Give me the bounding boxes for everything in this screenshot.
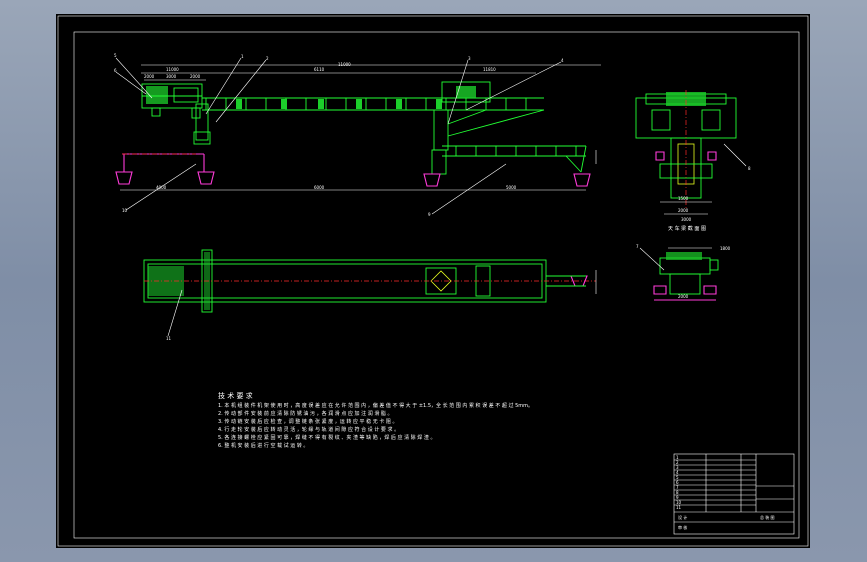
dim-bottom-mid: 6000 (314, 185, 325, 190)
section-view: 1500 2000 3000 8 天 车 梁 截 面 图 (635, 90, 751, 232)
tb-drawing-name: 总 装 图 (760, 514, 775, 520)
dim-top-span: 6110 (314, 67, 325, 72)
tech-note-4: 4. 行 走 轮 安 装 后 应 转 动 灵 活 ，轮 缘 与 轨 道 间 隙 … (218, 426, 399, 433)
dim-detail-bottom: 2000 (678, 294, 689, 299)
callout-1: 1 (241, 54, 244, 59)
dim-top-left-a: 2000 (144, 74, 155, 79)
dim-top-left-c: 2000 (190, 74, 201, 79)
callout-2: 2 (266, 56, 269, 61)
callout-3: 3 (468, 56, 471, 61)
dim-top-right: 11810 (483, 67, 496, 72)
detail-view: 1800 2000 7 (636, 244, 731, 301)
callout-7: 7 (636, 244, 639, 249)
tech-note-6: 6. 整 机 安 装 后 进 行 空 载 试 运 转 。 (218, 442, 308, 449)
dim-top-overall: 11000 (166, 67, 179, 72)
tb-label-b: 审 核 (678, 524, 687, 530)
tech-note-3: 3. 传 动 链 安 装 后 应 检 查 ，调 整 链 条 张 紧 度 ，运 转… (218, 418, 398, 425)
dim-top-mid: 11000 (338, 62, 351, 67)
callout-11: 11 (166, 336, 172, 341)
drawing-sheet: 11000 2000 3000 2000 6110 11000 11810 40… (56, 14, 810, 548)
view-label: 天 车 梁 截 面 图 (668, 225, 706, 232)
tech-notes: 技 术 要 求 1. 本 机 组 装 件 机 架 使 用 时 ，高 度 误 差 … (218, 391, 533, 449)
wheel-right (573, 173, 591, 187)
tb-label-a: 设 计 (678, 514, 687, 520)
tb-row-11: 11 (676, 505, 682, 510)
tech-title: 技 术 要 求 (218, 391, 253, 400)
wheel-left-b (197, 171, 215, 185)
callout-4: 4 (561, 58, 564, 63)
callout-5: 5 (114, 53, 117, 58)
dim-section-b: 2000 (678, 208, 689, 213)
wheel-mid (423, 173, 441, 187)
dim-section-a: 1500 (678, 196, 689, 201)
elevation-view: 11000 2000 3000 2000 6110 11000 11810 40… (114, 53, 601, 217)
dim-section-c: 3000 (681, 217, 692, 222)
dim-top-left-b: 3000 (166, 74, 177, 79)
callout-8: 8 (748, 166, 751, 171)
callout-9: 9 (428, 212, 431, 217)
dim-bottom-right: 5000 (506, 185, 517, 190)
wheel-left-a (115, 171, 133, 185)
cad-drawing: 11000 2000 3000 2000 6110 11000 11810 40… (57, 15, 809, 547)
plan-view: 11 (143, 249, 597, 341)
dim-detail-top: 1800 (720, 246, 731, 251)
title-block: 1 2 3 4 5 6 7 8 9 10 11 设 计 审 核 总 装 图 (673, 453, 795, 535)
tech-note-5: 5. 各 连 接 螺 栓 应 紧 固 可 靠 ，焊 缝 不 得 有 裂 纹 、夹… (218, 434, 435, 441)
callout-10: 10 (122, 208, 128, 213)
tech-note-1: 1. 本 机 组 装 件 机 架 使 用 时 ，高 度 误 差 应 在 允 许 … (218, 402, 533, 409)
tech-note-2: 2. 传 动 部 件 安 装 前 应 清 除 防 锈 油 污 ，各 润 滑 点 … (218, 410, 393, 417)
